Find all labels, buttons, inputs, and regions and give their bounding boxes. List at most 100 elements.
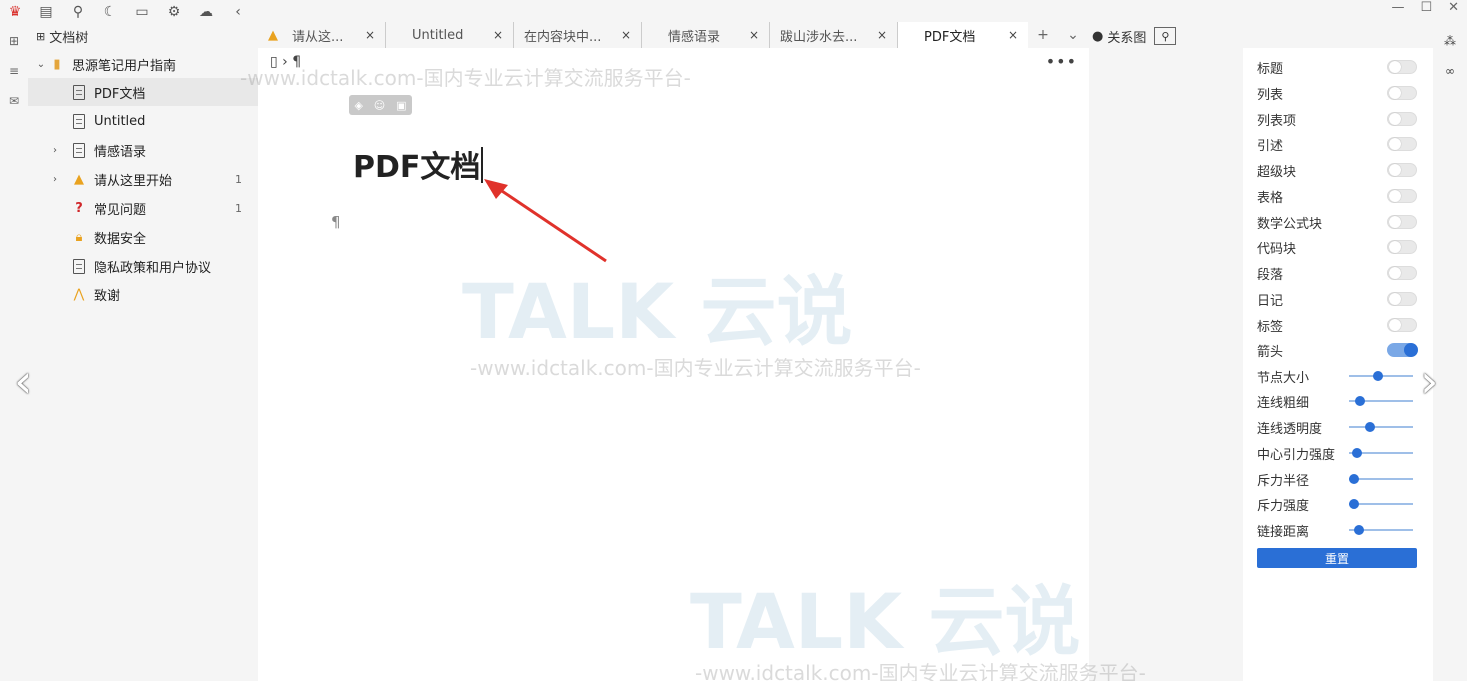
tab-quotes[interactable]: 情感语录 × bbox=[642, 22, 770, 48]
toggle-label: 标签 bbox=[1257, 319, 1284, 335]
toggle-switch[interactable] bbox=[1387, 137, 1417, 151]
gear-icon[interactable]: ⚙ bbox=[158, 1, 190, 23]
slider-label: 斥力强度 bbox=[1257, 498, 1310, 514]
prev-arrow-icon[interactable]: ‹ bbox=[14, 358, 32, 404]
list-item[interactable]: › 情感语录 bbox=[28, 136, 258, 164]
toggle-switch[interactable] bbox=[1387, 292, 1417, 306]
window-controls: — ☐ ✕ bbox=[1391, 0, 1459, 20]
image-icon[interactable]: ▣ bbox=[396, 99, 406, 112]
question-mark-icon: ? bbox=[75, 200, 83, 216]
list-item[interactable]: ⋀ 致谢 bbox=[28, 280, 258, 308]
crown-icon[interactable]: ♛ bbox=[0, 1, 30, 23]
tab-untitled[interactable]: Untitled × bbox=[386, 22, 514, 48]
notebook-row[interactable]: ⌄ ▮ 思源笔记用户指南 bbox=[28, 50, 258, 78]
close-icon[interactable]: × bbox=[749, 28, 759, 42]
slider-track[interactable] bbox=[1349, 371, 1413, 381]
toggle-row: 引述 bbox=[1257, 131, 1417, 157]
slider-knob[interactable] bbox=[1354, 525, 1365, 535]
list-item[interactable]: 隐私政策和用户协议 bbox=[28, 252, 258, 280]
toggle-label: 引述 bbox=[1257, 138, 1284, 154]
outline-icon[interactable]: ≡ bbox=[0, 56, 28, 86]
reset-button[interactable]: 重置 bbox=[1257, 548, 1417, 568]
search-icon[interactable]: ⚲ bbox=[1154, 27, 1177, 45]
chevron-down-icon[interactable]: ⌄ bbox=[34, 59, 48, 70]
slider-row: 连线粗细 bbox=[1257, 388, 1417, 414]
cloud-icon[interactable]: ☁ bbox=[190, 1, 222, 23]
close-icon[interactable]: × bbox=[621, 28, 631, 42]
toggle-switch[interactable] bbox=[1387, 86, 1417, 100]
praying-hands-icon: ⋀ bbox=[73, 286, 85, 302]
tab-start[interactable]: ▲ 请从这... × bbox=[258, 22, 386, 48]
list-item-label: 情感语录 bbox=[94, 144, 147, 160]
page-title[interactable]: PDF文档 bbox=[353, 142, 483, 186]
new-tab-button[interactable]: + bbox=[1028, 27, 1058, 43]
toggle-switch[interactable] bbox=[1387, 189, 1417, 203]
close-icon[interactable]: × bbox=[365, 28, 375, 42]
toggle-switch[interactable] bbox=[1387, 240, 1417, 254]
close-icon[interactable]: × bbox=[493, 28, 503, 42]
chevron-right-icon[interactable]: › bbox=[48, 174, 62, 185]
list-item[interactable]: › ▲ 请从这里开始 1 bbox=[28, 165, 258, 193]
toggle-switch[interactable] bbox=[1387, 163, 1417, 177]
moon-icon[interactable]: ☾ bbox=[94, 1, 126, 23]
list-item-label: 数据安全 bbox=[94, 231, 147, 247]
toggle-switch[interactable] bbox=[1387, 60, 1417, 74]
slider-track[interactable] bbox=[1349, 499, 1413, 509]
chevron-right-icon[interactable]: › bbox=[48, 145, 62, 156]
file-tree-panel: ⊞ 文档树 ⌄ ▮ 思源笔记用户指南 PDF文档 Untitled › 情感语录… bbox=[28, 24, 258, 681]
close-window-button[interactable]: ✕ bbox=[1448, 0, 1459, 20]
close-icon[interactable]: × bbox=[877, 28, 887, 42]
slider-knob[interactable] bbox=[1373, 371, 1384, 381]
more-menu-button[interactable]: ••• bbox=[1046, 52, 1077, 71]
slider-track[interactable] bbox=[1349, 525, 1413, 535]
slider-knob[interactable] bbox=[1365, 422, 1376, 432]
slider-track[interactable] bbox=[1349, 396, 1413, 406]
list-item[interactable]: ? 常见问题 1 bbox=[28, 194, 258, 222]
tab-block[interactable]: 在内容块中... × bbox=[514, 22, 642, 48]
slider-knob[interactable] bbox=[1349, 499, 1359, 509]
list-item-label: 致谢 bbox=[94, 288, 121, 304]
maximize-button[interactable]: ☐ bbox=[1420, 0, 1432, 20]
calendar-icon[interactable]: ▤ bbox=[30, 1, 62, 23]
list-item[interactable]: PDF文档 bbox=[28, 78, 258, 106]
close-icon[interactable]: × bbox=[1008, 28, 1018, 42]
collapse-icon[interactable]: ‹ bbox=[222, 1, 254, 23]
list-item-label: 请从这里开始 bbox=[94, 173, 173, 189]
chevron-down-icon[interactable]: ⌄ bbox=[1058, 27, 1088, 43]
minimize-button[interactable]: — bbox=[1391, 0, 1404, 20]
emoji-icon[interactable]: ☺ bbox=[374, 99, 385, 112]
tab-travel[interactable]: 跋山涉水去... × bbox=[770, 22, 898, 48]
search-icon[interactable]: ⚲ bbox=[62, 1, 94, 23]
toggle-switch[interactable] bbox=[1387, 215, 1417, 229]
toggle-switch[interactable] bbox=[1387, 112, 1417, 126]
list-item[interactable]: Untitled bbox=[28, 107, 258, 135]
toggle-switch[interactable] bbox=[1387, 266, 1417, 280]
slider-knob[interactable] bbox=[1349, 474, 1359, 484]
list-item[interactable]: 🔒︎ 数据安全 bbox=[28, 223, 258, 251]
video-icon[interactable]: ▭ bbox=[126, 1, 158, 23]
graph-settings-panel: 标题 列表 列表项 引述 超级块 表格 数学公式块 代码块 段落 日记 标签 箭… bbox=[1243, 48, 1433, 681]
inbox-icon[interactable]: ✉ bbox=[0, 86, 28, 116]
slider-track[interactable] bbox=[1349, 448, 1413, 458]
ref-count: 1 bbox=[235, 172, 242, 186]
graph-icon[interactable]: ⁂ bbox=[1436, 26, 1464, 56]
toggle-switch[interactable] bbox=[1387, 318, 1417, 332]
global-graph-icon[interactable]: ∞ bbox=[1436, 56, 1464, 86]
slider-knob[interactable] bbox=[1351, 448, 1362, 458]
paragraph-mark[interactable]: ¶ bbox=[331, 213, 341, 231]
slider-track[interactable] bbox=[1349, 474, 1413, 484]
toggle-switch[interactable] bbox=[1387, 343, 1418, 357]
toggle-label: 超级块 bbox=[1257, 164, 1297, 180]
filetree-icon[interactable]: ⊞ bbox=[0, 26, 28, 56]
slider-track[interactable] bbox=[1349, 422, 1413, 432]
tab-pdf[interactable]: PDF文档 × bbox=[898, 22, 1028, 48]
app-window: ♛ ▤ ⚲ ☾ ▭ ⚙ ☁ ‹ — ☐ ✕ ⊞ ≡ ✉ ⊞ 文档树 ⌄ ▮ 思源… bbox=[0, 0, 1467, 681]
tag-icon[interactable]: ◈ bbox=[354, 99, 362, 112]
next-arrow-icon[interactable]: › bbox=[1420, 358, 1438, 404]
toggle-label: 代码块 bbox=[1257, 241, 1297, 257]
toggle-label: 数学公式块 bbox=[1257, 216, 1323, 232]
tab-bar: ▲ 请从这... × Untitled × 在内容块中... × 情感语录 × … bbox=[258, 22, 1089, 48]
tab-label: 跋山涉水去... bbox=[780, 29, 858, 45]
slider-knob[interactable] bbox=[1355, 396, 1366, 406]
toggle-row: 日记 bbox=[1257, 286, 1417, 312]
